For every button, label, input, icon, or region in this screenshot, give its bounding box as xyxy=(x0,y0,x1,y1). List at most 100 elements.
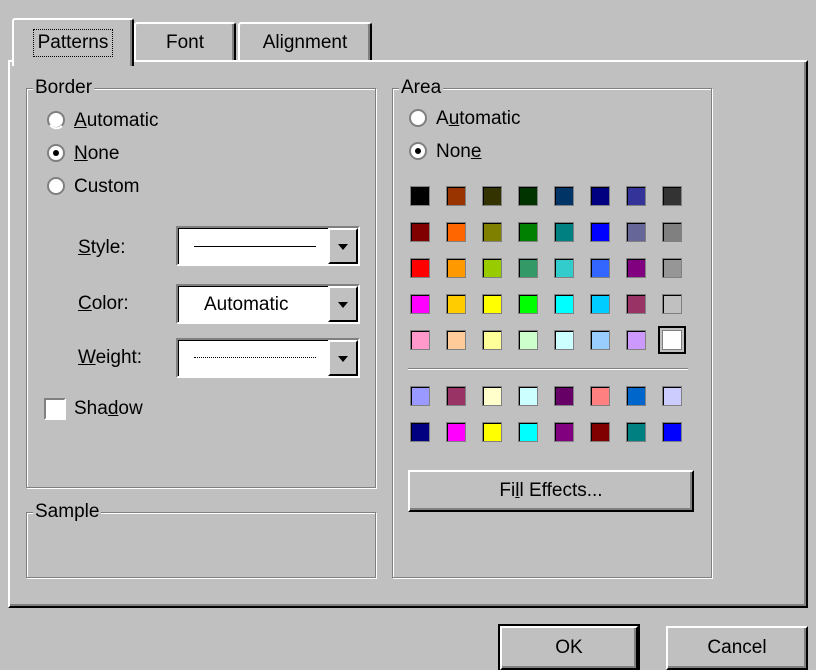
shadow-label[interactable]: Shadow xyxy=(74,397,143,421)
color-swatch[interactable] xyxy=(590,330,610,350)
chart-color-palette xyxy=(408,384,692,448)
color-swatch[interactable] xyxy=(554,422,574,442)
color-swatch[interactable] xyxy=(590,294,610,314)
color-swatch[interactable] xyxy=(518,330,538,350)
tab-label: Alignment xyxy=(262,32,348,53)
area-automatic-label[interactable]: Automatic xyxy=(436,107,521,131)
area-none-label[interactable]: None xyxy=(436,140,481,164)
color-swatch[interactable] xyxy=(482,330,502,350)
color-swatch[interactable] xyxy=(626,258,646,278)
color-swatch[interactable] xyxy=(626,222,646,242)
border-group-title: Border xyxy=(33,76,95,100)
color-swatch[interactable] xyxy=(446,222,466,242)
color-swatch[interactable] xyxy=(590,258,610,278)
color-swatch[interactable] xyxy=(482,294,502,314)
ok-label: OK xyxy=(555,637,583,658)
color-swatch[interactable] xyxy=(590,186,610,206)
color-swatch[interactable] xyxy=(662,186,682,206)
color-swatch[interactable] xyxy=(482,258,502,278)
color-swatch[interactable] xyxy=(518,294,538,314)
color-swatch[interactable] xyxy=(446,330,466,350)
area-none-radio[interactable] xyxy=(408,141,428,161)
color-swatch[interactable] xyxy=(554,186,574,206)
color-swatch[interactable] xyxy=(662,258,682,278)
color-swatch[interactable] xyxy=(518,258,538,278)
color-swatch[interactable] xyxy=(626,186,646,206)
weight-dropdown[interactable] xyxy=(176,338,360,378)
color-swatch[interactable] xyxy=(482,386,502,406)
color-swatch[interactable] xyxy=(410,330,430,350)
color-swatch[interactable] xyxy=(626,294,646,314)
color-swatch[interactable] xyxy=(554,386,574,406)
color-swatch[interactable] xyxy=(590,222,610,242)
ok-button[interactable]: OK xyxy=(498,624,640,670)
area-group-title: Area xyxy=(399,76,444,100)
tab-patterns[interactable]: Patterns xyxy=(12,18,134,66)
color-swatch[interactable] xyxy=(626,330,646,350)
weight-label: Weight: xyxy=(78,347,143,368)
weight-dropdown-button[interactable] xyxy=(328,340,358,376)
chevron-down-icon xyxy=(337,235,349,257)
color-swatch[interactable] xyxy=(482,186,502,206)
tab-alignment[interactable]: Alignment xyxy=(238,22,372,62)
color-swatch[interactable] xyxy=(518,222,538,242)
cancel-label: Cancel xyxy=(707,637,767,658)
color-swatch[interactable] xyxy=(446,294,466,314)
color-swatch[interactable] xyxy=(662,422,682,442)
chevron-down-icon xyxy=(337,293,349,315)
color-swatch[interactable] xyxy=(446,258,466,278)
color-swatch[interactable] xyxy=(554,330,574,350)
tab-label: Patterns xyxy=(32,29,114,57)
chevron-down-icon xyxy=(337,347,349,369)
color-swatch[interactable] xyxy=(554,294,574,314)
cancel-button[interactable]: Cancel xyxy=(666,626,808,670)
style-dropdown[interactable] xyxy=(176,226,360,266)
area-automatic-radio[interactable] xyxy=(408,108,428,128)
border-custom-radio[interactable] xyxy=(46,176,66,196)
color-swatch[interactable] xyxy=(554,222,574,242)
color-swatch[interactable] xyxy=(446,386,466,406)
color-swatch[interactable] xyxy=(410,294,430,314)
color-swatch[interactable] xyxy=(410,386,430,406)
border-automatic-label[interactable]: Automatic xyxy=(74,109,159,133)
color-swatch[interactable] xyxy=(410,422,430,442)
color-dropdown[interactable]: Automatic xyxy=(176,284,360,324)
border-custom-label[interactable]: Custom xyxy=(74,175,139,199)
color-swatch[interactable] xyxy=(590,422,610,442)
color-swatch[interactable] xyxy=(410,258,430,278)
sample-group: Sample xyxy=(26,500,376,578)
color-swatch[interactable] xyxy=(518,186,538,206)
color-swatch[interactable] xyxy=(518,422,538,442)
color-swatch[interactable] xyxy=(482,222,502,242)
color-swatch[interactable] xyxy=(554,258,574,278)
color-swatch[interactable] xyxy=(626,422,646,442)
hairline-sample xyxy=(194,357,316,358)
border-none-radio[interactable] xyxy=(46,143,66,163)
color-swatch[interactable] xyxy=(662,294,682,314)
color-swatch[interactable] xyxy=(410,186,430,206)
color-dropdown-button[interactable] xyxy=(328,286,358,322)
style-dropdown-button[interactable] xyxy=(328,228,358,264)
color-swatch[interactable] xyxy=(410,222,430,242)
palette-divider xyxy=(408,368,688,370)
color-swatch[interactable] xyxy=(482,422,502,442)
color-swatch[interactable] xyxy=(446,186,466,206)
shadow-checkbox[interactable] xyxy=(44,398,66,420)
border-none-label[interactable]: None xyxy=(74,142,119,166)
color-swatch[interactable] xyxy=(590,386,610,406)
color-swatch[interactable] xyxy=(626,386,646,406)
color-swatch[interactable] xyxy=(662,386,682,406)
sample-group-title: Sample xyxy=(33,500,102,524)
tab-label: Font xyxy=(165,32,205,53)
color-swatch[interactable] xyxy=(662,222,682,242)
fill-effects-button[interactable]: Fill Effects... xyxy=(408,470,694,512)
color-label: Color: xyxy=(78,293,129,314)
tab-font[interactable]: Font xyxy=(134,22,236,62)
color-swatch[interactable] xyxy=(658,326,686,354)
border-automatic-radio[interactable] xyxy=(46,110,66,130)
color-swatch[interactable] xyxy=(518,386,538,406)
color-palette xyxy=(408,184,692,356)
color-swatch[interactable] xyxy=(446,422,466,442)
solid-line-sample xyxy=(194,246,316,247)
fill-effects-label: Fill Effects... xyxy=(499,480,603,501)
